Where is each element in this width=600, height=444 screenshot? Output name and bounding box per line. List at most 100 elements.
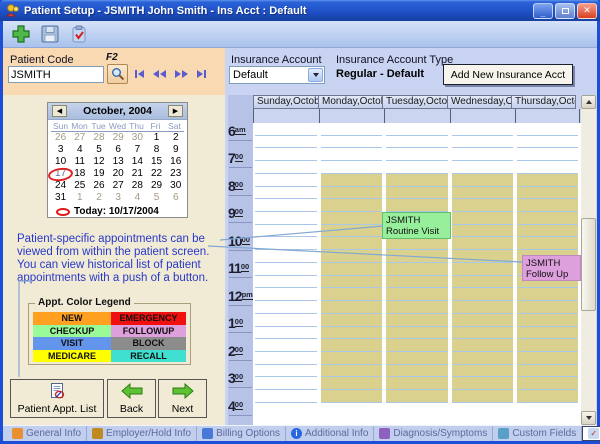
schedule-slot[interactable] <box>452 314 513 327</box>
maximize-button[interactable] <box>555 3 575 19</box>
calendar-day[interactable]: 22 <box>147 168 166 180</box>
minimize-button[interactable]: _ <box>533 3 553 19</box>
schedule-slot[interactable] <box>517 365 578 378</box>
schedule-slot[interactable] <box>255 365 317 378</box>
calendar-day[interactable]: 10 <box>51 156 70 168</box>
calendar-today-row[interactable]: Today: 10/17/2004 <box>56 206 187 217</box>
schedule-slot[interactable] <box>452 187 513 200</box>
schedule-slot[interactable] <box>517 237 578 250</box>
calendar-day[interactable]: 6 <box>166 192 185 204</box>
nav-last-button[interactable] <box>197 70 206 78</box>
schedule-slot[interactable] <box>517 288 578 301</box>
schedule-slot[interactable] <box>517 352 578 365</box>
schedule-slot[interactable] <box>321 314 382 327</box>
calendar-day[interactable]: 3 <box>51 144 70 156</box>
schedule-slot[interactable] <box>321 276 382 289</box>
schedule-slot[interactable] <box>517 377 578 390</box>
schedule-slot[interactable] <box>386 199 448 212</box>
schedule-slot[interactable] <box>386 174 448 187</box>
schedule-slot[interactable] <box>255 250 317 263</box>
dropdown-button[interactable] <box>308 68 323 82</box>
schedule-slot[interactable] <box>255 327 317 340</box>
nav-next-button[interactable] <box>175 70 188 78</box>
schedule-slot[interactable] <box>386 377 448 390</box>
schedule-slot[interactable] <box>255 390 317 403</box>
tab-billing-options[interactable]: Billing Options <box>197 426 286 441</box>
scroll-up-button[interactable] <box>581 95 596 109</box>
schedule-slot[interactable] <box>386 187 448 200</box>
schedule-slot[interactable] <box>321 237 382 250</box>
next-button[interactable]: Next <box>158 379 207 418</box>
schedule-slot[interactable] <box>255 212 317 225</box>
schedule-slot[interactable] <box>386 288 448 301</box>
schedule-slot[interactable] <box>386 237 448 250</box>
schedule-slot[interactable] <box>321 161 382 174</box>
schedule-slot[interactable] <box>321 352 382 365</box>
schedule-slot[interactable] <box>452 352 513 365</box>
tab-custom-fields[interactable]: Custom Fields <box>493 426 582 441</box>
schedule-slot[interactable] <box>452 136 513 149</box>
calendar-day[interactable]: 11 <box>70 156 89 168</box>
schedule-slot[interactable] <box>255 339 317 352</box>
insurance-account-select[interactable]: Default <box>229 66 325 84</box>
calendar-day[interactable]: 4 <box>70 144 89 156</box>
nav-first-button[interactable] <box>135 70 144 78</box>
schedule-slot[interactable] <box>321 199 382 212</box>
calendar-day[interactable]: 9 <box>166 144 185 156</box>
schedule-slot[interactable] <box>255 352 317 365</box>
schedule-slot[interactable] <box>452 174 513 187</box>
schedule-slot[interactable] <box>452 339 513 352</box>
back-button[interactable]: Back <box>107 379 156 418</box>
calendar-prev-button[interactable]: ◀ <box>52 105 67 117</box>
calendar-day[interactable]: 20 <box>109 168 128 180</box>
schedule-slot[interactable] <box>517 339 578 352</box>
calendar-day[interactable]: 28 <box>128 180 147 192</box>
schedule-slot[interactable] <box>255 199 317 212</box>
calendar-day[interactable]: 23 <box>166 168 185 180</box>
scrollbar-thumb[interactable] <box>581 218 596 311</box>
schedule-slot[interactable] <box>386 390 448 403</box>
tasks-button[interactable] <box>65 22 92 46</box>
schedule-slot[interactable] <box>321 136 382 149</box>
schedule-slot[interactable] <box>255 174 317 187</box>
schedule-slot[interactable] <box>255 161 317 174</box>
schedule-slot[interactable] <box>321 377 382 390</box>
schedule-slot[interactable] <box>255 377 317 390</box>
schedule-slot[interactable] <box>452 161 513 174</box>
calendar-day[interactable]: 1 <box>147 132 166 144</box>
scroll-down-button[interactable] <box>581 411 596 425</box>
calendar-day[interactable]: 30 <box>166 180 185 192</box>
calendar-day[interactable]: 25 <box>70 180 89 192</box>
calendar-day[interactable]: 16 <box>166 156 185 168</box>
schedule-slot[interactable] <box>452 212 513 225</box>
schedule-slot[interactable] <box>255 314 317 327</box>
calendar-next-button[interactable]: ▶ <box>168 105 183 117</box>
schedule-slot[interactable] <box>321 148 382 161</box>
schedule-slot[interactable] <box>517 123 578 136</box>
schedule-slot[interactable] <box>386 301 448 314</box>
schedule-slot[interactable] <box>321 174 382 187</box>
calendar-day[interactable]: 4 <box>128 192 147 204</box>
schedule-slot[interactable] <box>321 263 382 276</box>
schedule-slot[interactable] <box>452 148 513 161</box>
add-patient-button[interactable] <box>7 22 34 46</box>
schedule-slot[interactable] <box>386 148 448 161</box>
calendar-day[interactable]: 29 <box>147 180 166 192</box>
calendar-day[interactable]: 6 <box>109 144 128 156</box>
tab-appointments[interactable]: ✓Appointments <box>582 426 600 441</box>
schedule-slot[interactable] <box>321 225 382 238</box>
calendar-day[interactable]: 26 <box>51 132 70 144</box>
schedule-slot[interactable] <box>517 212 578 225</box>
schedule-slot[interactable] <box>517 314 578 327</box>
calendar-day[interactable]: 2 <box>89 192 108 204</box>
schedule-slot[interactable] <box>255 123 317 136</box>
schedule-slot[interactable] <box>321 327 382 340</box>
calendar-day[interactable]: 3 <box>109 192 128 204</box>
tab-general-info[interactable]: General Info <box>7 426 87 441</box>
tab-diagnosis-symptoms[interactable]: Diagnosis/Symptoms <box>374 426 493 441</box>
schedule-slot[interactable] <box>255 148 317 161</box>
schedule-slot[interactable] <box>452 276 513 289</box>
calendar-day[interactable]: 28 <box>89 132 108 144</box>
schedule-slot[interactable] <box>517 301 578 314</box>
schedule-slot[interactable] <box>255 237 317 250</box>
